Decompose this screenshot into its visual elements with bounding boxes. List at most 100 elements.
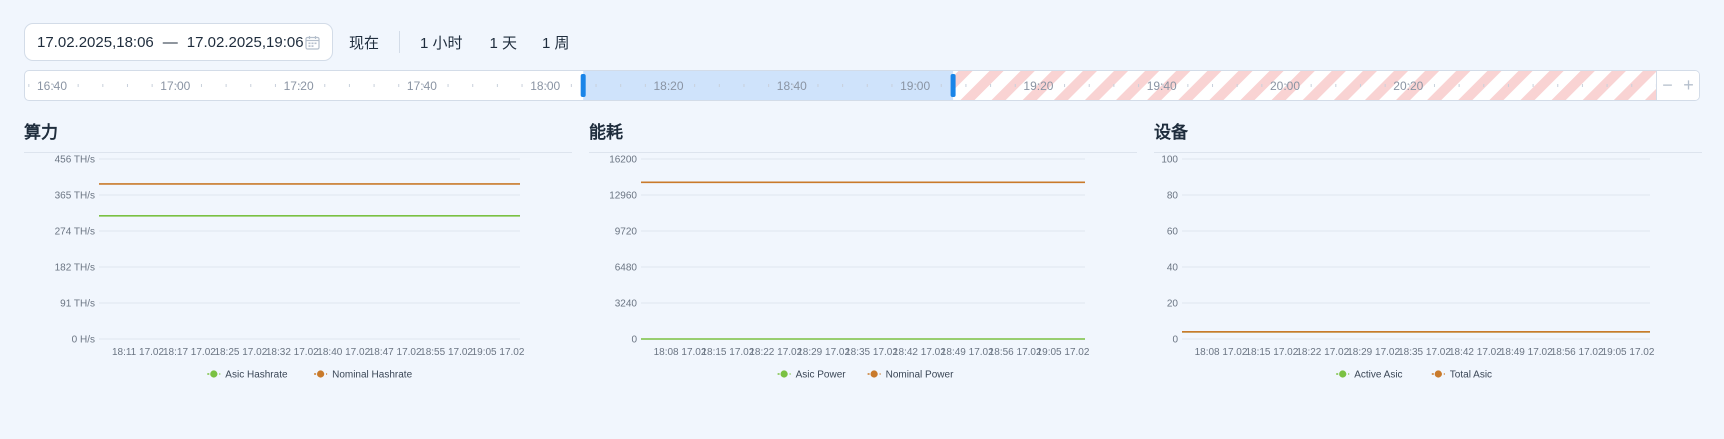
- legend-item[interactable]: Asic Power: [777, 370, 847, 381]
- timeline-scrubber[interactable]: 16:40 17:00 17:20 17:40 18:00 18:20 18:40 19:00…: [24, 70, 1700, 101]
- timeline-minor-tick: [1507, 84, 1509, 87]
- legend-item[interactable]: Asic Hashrate: [207, 370, 288, 381]
- timeline-minor-tick: [521, 84, 523, 87]
- preset-1-hour-button[interactable]: 1 小时: [420, 32, 463, 53]
- x-tick-label: 19:05 17.02: [1602, 347, 1655, 358]
- x-tick-label: 18:29 17.02: [797, 347, 850, 358]
- timeline-minor-tick: [200, 84, 202, 87]
- x-tick-label: 18:42 17.02: [893, 347, 946, 358]
- timeline-minor-tick: [1483, 84, 1485, 87]
- x-tick-label: 18:35 17.02: [1398, 347, 1451, 358]
- timeline-minor-tick: [77, 84, 79, 87]
- timeline-minor-tick: [1335, 84, 1337, 87]
- date-from: 17.02.2025,18:06: [37, 33, 154, 51]
- timeline-minor-tick: [990, 84, 992, 87]
- timeline-minor-tick: [1359, 84, 1361, 87]
- legend-label: Active Asic: [1354, 370, 1402, 381]
- x-tick-label: 18:29 17.02: [1347, 347, 1400, 358]
- x-tick-label: 18:55 17.02: [420, 347, 473, 358]
- timeline-minor-tick: [1014, 84, 1016, 87]
- timeline-minor-tick: [965, 84, 967, 87]
- y-tick-label: 60: [1167, 227, 1179, 238]
- legend-item[interactable]: Total Asic: [1431, 370, 1492, 381]
- date-range-picker[interactable]: 17.02.2025,18:06 — 17.02.2025,19:06: [24, 23, 333, 61]
- timeline-minor-tick: [644, 84, 646, 87]
- y-tick-label: 91 TH/s: [60, 299, 95, 310]
- timeline-minor-tick: [743, 84, 745, 87]
- preset-1-week-button[interactable]: 1 周: [542, 32, 570, 53]
- timeline-minor-tick: [1113, 84, 1115, 87]
- y-tick-label: 0: [631, 335, 637, 346]
- timeline-minor-tick: [1064, 84, 1066, 87]
- timeline-minor-tick: [817, 84, 819, 87]
- y-tick-label: 12960: [609, 191, 637, 202]
- timeline-minor-tick: [373, 84, 375, 87]
- preset-now-button[interactable]: 现在: [349, 32, 379, 53]
- zoom-out-button[interactable]: −: [1662, 75, 1673, 96]
- timeline-minor-tick: [496, 84, 498, 87]
- timeline-minor-tick: [866, 84, 868, 87]
- y-tick-label: 9720: [615, 227, 638, 238]
- legend-marker: [210, 370, 218, 378]
- timeline-minor-tick: [1631, 84, 1633, 87]
- range-end-handle[interactable]: [950, 74, 956, 97]
- x-tick-label: 19:05 17.02: [472, 347, 525, 358]
- x-tick-label: 18:11 17.02: [112, 347, 165, 358]
- timeline-zoom-controls: − +: [1656, 71, 1699, 100]
- date-to: 17.02.2025,19:06: [186, 33, 304, 51]
- timeline-label: 18:20: [654, 79, 684, 93]
- legend-item[interactable]: Active Asic: [1336, 370, 1403, 381]
- legend-marker: [317, 370, 325, 378]
- timeline-label: 20:20: [1393, 79, 1423, 93]
- legend-item[interactable]: Nominal Power: [867, 370, 954, 381]
- date-separator: —: [162, 33, 178, 51]
- preset-1-day-button[interactable]: 1 天: [490, 32, 518, 53]
- x-tick-label: 18:49 17.02: [1500, 347, 1553, 358]
- timeline-minor-tick: [151, 84, 153, 87]
- legend-label: Asic Power: [796, 370, 847, 381]
- x-tick-label: 18:17 17.02: [163, 347, 216, 358]
- timeline-minor-tick: [348, 84, 350, 87]
- x-tick-label: 18:56 17.02: [989, 347, 1042, 358]
- x-tick-label: 18:40 17.02: [317, 347, 370, 358]
- y-tick-label: 456 TH/s: [55, 155, 95, 166]
- legend-marker: [1339, 370, 1347, 378]
- timeline-minor-tick: [102, 84, 104, 87]
- hashrate-chart: 0 H/s 91 TH/s 182 TH/s 274 TH/s 365 TH/s 456 …: [55, 155, 525, 381]
- x-tick-label: 18:47 17.02: [369, 347, 422, 358]
- calendar-icon[interactable]: [305, 35, 320, 50]
- timeline-minor-tick: [1187, 84, 1189, 87]
- y-tick-label: 80: [1167, 191, 1179, 202]
- range-start-handle[interactable]: [580, 74, 586, 97]
- y-tick-label: 0: [1172, 335, 1178, 346]
- timeline-label: 17:40: [407, 79, 437, 93]
- timeline-minor-tick: [274, 84, 276, 87]
- timeline-minor-tick: [1532, 84, 1534, 87]
- x-tick-label: 18:35 17.02: [845, 347, 898, 358]
- legend-marker: [780, 370, 788, 378]
- timeline-label: 19:40: [1147, 79, 1177, 93]
- zoom-in-button[interactable]: +: [1683, 75, 1694, 96]
- x-tick-label: 18:56 17.02: [1551, 347, 1604, 358]
- y-tick-label: 3240: [615, 299, 638, 310]
- timeline-minor-tick: [570, 84, 572, 87]
- y-tick-label: 100: [1161, 155, 1178, 166]
- y-tick-label: 365 TH/s: [55, 191, 95, 202]
- timeline-minor-tick: [225, 84, 227, 87]
- legend-label: Total Asic: [1450, 370, 1492, 381]
- timeline-label: 17:20: [284, 79, 314, 93]
- timeline-track[interactable]: 16:40 17:00 17:20 17:40 18:00 18:20 18:40 19:00…: [25, 71, 1659, 100]
- x-tick-label: 18:32 17.02: [266, 347, 319, 358]
- devices-chart: 0 20 40 60 80 100 18:08 17.0218:15 17.0218:22 …: [1161, 155, 1655, 381]
- timeline-minor-tick: [447, 84, 449, 87]
- timeline-minor-tick: [595, 84, 597, 87]
- timeline-minor-tick: [1261, 84, 1263, 87]
- hashrate-panel: 算力 0 H/s 91 TH/s 182 TH/s 274 TH/s 365 TH/s 4…: [24, 112, 572, 432]
- legend-item[interactable]: Nominal Hashrate: [314, 370, 413, 381]
- timeline-minor-tick: [1458, 84, 1460, 87]
- timeline-minor-tick: [1088, 84, 1090, 87]
- y-tick-label: 16200: [609, 155, 637, 166]
- x-tick-label: 18:15 17.02: [701, 347, 754, 358]
- x-tick-label: 18:22 17.02: [749, 347, 802, 358]
- timeline-minor-tick: [1138, 84, 1140, 87]
